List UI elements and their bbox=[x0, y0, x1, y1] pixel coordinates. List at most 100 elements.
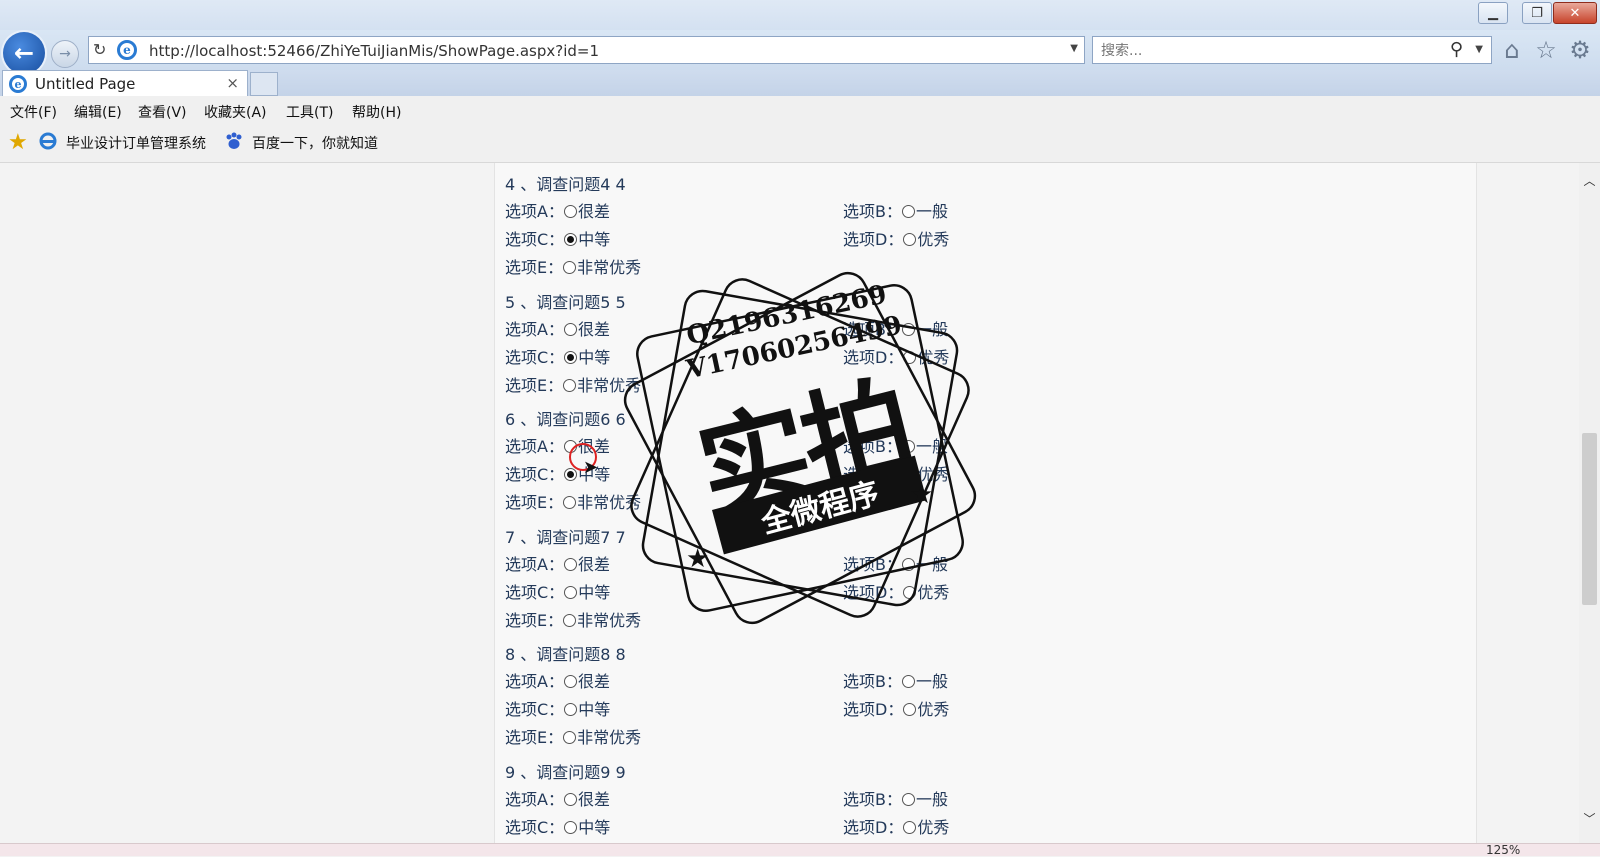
option-text[interactable]: 很差 bbox=[578, 790, 610, 809]
menu-view[interactable]: 查看(V) bbox=[138, 102, 187, 122]
option-row: 选项E： 非常优秀 bbox=[505, 489, 641, 513]
option-text[interactable]: 中等 bbox=[578, 583, 610, 602]
forward-button[interactable]: → bbox=[51, 40, 79, 68]
option-row: 选项D： 优秀 bbox=[843, 461, 949, 485]
option-label: 选项E： bbox=[505, 493, 564, 512]
option-radio[interactable] bbox=[564, 820, 578, 834]
new-tab-button[interactable] bbox=[250, 72, 278, 96]
option-text[interactable]: 中等 bbox=[578, 700, 610, 719]
search-dropdown-icon[interactable]: ▼ bbox=[1475, 44, 1483, 55]
option-radio[interactable] bbox=[563, 322, 577, 336]
option-radio[interactable] bbox=[564, 585, 578, 599]
menu-favorites[interactable]: 收藏夹(A) bbox=[204, 102, 267, 122]
tab-strip: e Untitled Page × bbox=[0, 70, 1600, 98]
option-label: 选项B： bbox=[843, 319, 902, 339]
option-row: 选项B： 一般 bbox=[843, 316, 948, 340]
option-text[interactable]: 非常优秀 bbox=[577, 728, 641, 747]
option-radio[interactable] bbox=[903, 820, 917, 834]
option-row: 选项D： 优秀 bbox=[843, 696, 949, 720]
menu-tools[interactable]: 工具(T) bbox=[286, 102, 333, 122]
option-text[interactable]: 优秀 bbox=[917, 818, 949, 837]
option-radio[interactable] bbox=[903, 233, 917, 246]
option-text[interactable]: 很差 bbox=[578, 672, 610, 691]
option-text[interactable]: 一般 bbox=[916, 555, 948, 574]
close-window-button[interactable]: ✕ bbox=[1553, 2, 1597, 24]
option-label: 选项A： bbox=[505, 672, 564, 691]
scroll-down-arrow-icon[interactable]: ﹀ bbox=[1579, 810, 1600, 826]
favorite-baidu[interactable]: 百度一下，你就知道 bbox=[252, 133, 378, 153]
option-radio[interactable] bbox=[903, 585, 917, 599]
option-radio[interactable] bbox=[563, 378, 577, 392]
refresh-icon[interactable]: ↻ bbox=[93, 40, 106, 59]
gear-icon[interactable]: ⚙ bbox=[1566, 36, 1594, 64]
search-input[interactable] bbox=[1099, 40, 1433, 62]
option-radio[interactable] bbox=[901, 792, 915, 806]
option-text[interactable]: 优秀 bbox=[917, 583, 949, 602]
option-radio[interactable] bbox=[901, 205, 915, 218]
option-text[interactable]: 中等 bbox=[578, 230, 610, 249]
add-favorite-icon[interactable]: ★ bbox=[8, 130, 28, 155]
url-text[interactable]: http://localhost:52466/ZhiYeTuiJianMis/S… bbox=[149, 42, 599, 60]
option-row: 选项A： 很差 bbox=[505, 198, 610, 222]
option-radio[interactable] bbox=[564, 350, 578, 364]
minimize-button[interactable]: ▁ bbox=[1478, 2, 1508, 24]
favorites-star-icon[interactable]: ☆ bbox=[1532, 36, 1560, 64]
menu-help[interactable]: 帮助(H) bbox=[352, 102, 401, 122]
option-radio[interactable] bbox=[563, 205, 577, 218]
option-text[interactable]: 非常优秀 bbox=[577, 376, 641, 395]
option-radio[interactable] bbox=[563, 613, 577, 627]
page-viewport bbox=[0, 163, 1600, 843]
option-radio[interactable] bbox=[901, 675, 915, 688]
option-radio[interactable] bbox=[563, 496, 577, 509]
option-radio[interactable] bbox=[563, 557, 577, 571]
option-text[interactable]: 一般 bbox=[916, 320, 948, 339]
scrollbar-thumb[interactable] bbox=[1582, 433, 1597, 605]
menu-edit[interactable]: 编辑(E) bbox=[74, 102, 122, 122]
option-radio[interactable] bbox=[563, 731, 577, 744]
option-radio[interactable] bbox=[903, 350, 917, 364]
option-radio[interactable] bbox=[901, 440, 915, 453]
option-label: 选项D： bbox=[843, 230, 904, 249]
option-label: 选项C： bbox=[505, 582, 565, 602]
option-text[interactable]: 一般 bbox=[916, 672, 948, 691]
option-text[interactable]: 优秀 bbox=[917, 465, 949, 484]
option-text[interactable]: 优秀 bbox=[917, 348, 949, 367]
option-radio[interactable] bbox=[564, 233, 578, 246]
home-icon[interactable]: ⌂ bbox=[1498, 36, 1526, 64]
scroll-up-arrow-icon[interactable]: ︿ bbox=[1579, 172, 1600, 188]
restore-button[interactable]: ❐ bbox=[1522, 2, 1552, 24]
option-text[interactable]: 非常优秀 bbox=[577, 258, 641, 277]
favorite-order-system[interactable]: 毕业设计订单管理系统 bbox=[66, 133, 206, 153]
option-label: 选项D： bbox=[843, 700, 904, 719]
option-radio[interactable] bbox=[901, 322, 915, 336]
option-text[interactable]: 优秀 bbox=[917, 700, 949, 719]
option-text[interactable]: 很差 bbox=[578, 555, 610, 574]
option-text[interactable]: 优秀 bbox=[917, 230, 949, 249]
option-radio[interactable] bbox=[901, 557, 915, 571]
option-text[interactable]: 一般 bbox=[916, 437, 948, 456]
option-radio[interactable] bbox=[563, 675, 577, 688]
option-radio[interactable] bbox=[903, 468, 917, 481]
option-radio[interactable] bbox=[564, 703, 578, 716]
option-text[interactable]: 一般 bbox=[916, 790, 948, 809]
option-radio[interactable] bbox=[563, 792, 577, 806]
option-text[interactable]: 中等 bbox=[578, 348, 610, 367]
address-bar[interactable]: ↻ e http://localhost:52466/ZhiYeTuiJianM… bbox=[88, 36, 1085, 64]
option-text[interactable]: 非常优秀 bbox=[577, 611, 641, 630]
option-text[interactable]: 很差 bbox=[578, 320, 610, 339]
option-text[interactable]: 一般 bbox=[916, 202, 948, 221]
tab-close-icon[interactable]: × bbox=[226, 74, 239, 92]
option-radio[interactable] bbox=[563, 261, 577, 274]
address-dropdown-icon[interactable]: ▼ bbox=[1070, 43, 1078, 54]
option-text[interactable]: 非常优秀 bbox=[577, 493, 641, 512]
option-text[interactable]: 中等 bbox=[578, 818, 610, 837]
option-radio[interactable] bbox=[903, 703, 917, 716]
search-box[interactable]: ⚲ ▼ bbox=[1092, 36, 1492, 64]
search-icon[interactable]: ⚲ bbox=[1450, 39, 1463, 60]
menu-file[interactable]: 文件(F) bbox=[10, 102, 57, 122]
option-row: 选项B： 一般 bbox=[843, 198, 948, 222]
tab-untitled-page[interactable]: e Untitled Page × bbox=[2, 70, 248, 98]
back-button[interactable]: ← bbox=[3, 32, 45, 74]
option-text[interactable]: 很差 bbox=[578, 202, 610, 221]
option-radio[interactable] bbox=[564, 468, 578, 481]
